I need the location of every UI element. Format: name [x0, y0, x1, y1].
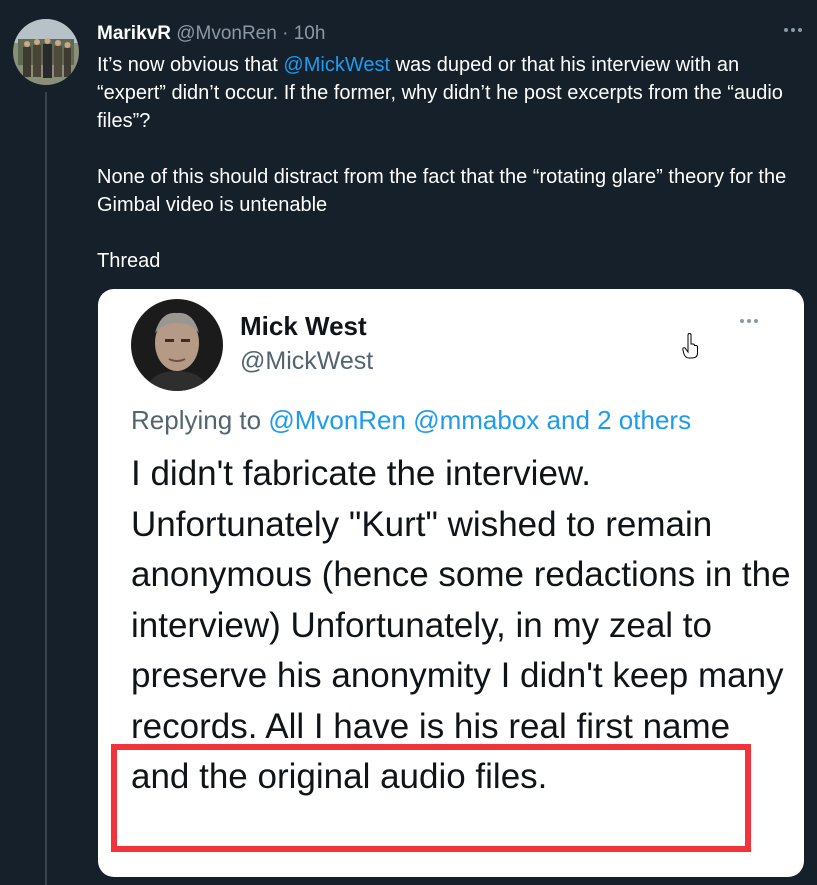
quoted-display-name: Mick West: [240, 311, 367, 341]
replying-prefix: Replying to: [131, 405, 269, 435]
quoted-more-icon: [740, 319, 758, 323]
quoted-handle: @MickWest: [240, 347, 374, 375]
tweet-paragraph-2: None of this should distract from the fa…: [97, 166, 787, 216]
quoted-tweet-image[interactable]: Mick West @MickWest Replying to @MvonRen…: [98, 289, 804, 877]
avatar[interactable]: [13, 19, 79, 85]
timestamp[interactable]: 10h: [294, 23, 326, 44]
separator: ·: [282, 23, 289, 44]
tweet-text: It’s now obvious that @MickWest was dupe…: [97, 51, 812, 275]
text-part-1: It’s now obvious that: [97, 54, 284, 76]
display-name[interactable]: MarikvR: [97, 23, 171, 44]
quoted-avatar: [131, 299, 223, 391]
thread-line: [45, 92, 47, 885]
tweet-paragraph-1: It’s now obvious that @MickWest was dupe…: [97, 51, 812, 135]
tweet-header: MarikvR @MvonRen · 10h: [97, 21, 325, 47]
mention-link[interactable]: @MickWest: [283, 54, 390, 76]
hand-cursor-icon: [682, 332, 700, 359]
replying-mentions: @MvonRen @mmabox and 2 others: [268, 405, 692, 435]
more-icon[interactable]: [778, 18, 808, 42]
replying-to: Replying to @MvonRen @mmabox and 2 other…: [131, 405, 691, 436]
tweet-paragraph-3: Thread: [97, 250, 161, 272]
quoted-body: I didn't fabricate the interview. Unfort…: [131, 454, 791, 796]
user-handle[interactable]: @MvonRen: [176, 23, 277, 44]
